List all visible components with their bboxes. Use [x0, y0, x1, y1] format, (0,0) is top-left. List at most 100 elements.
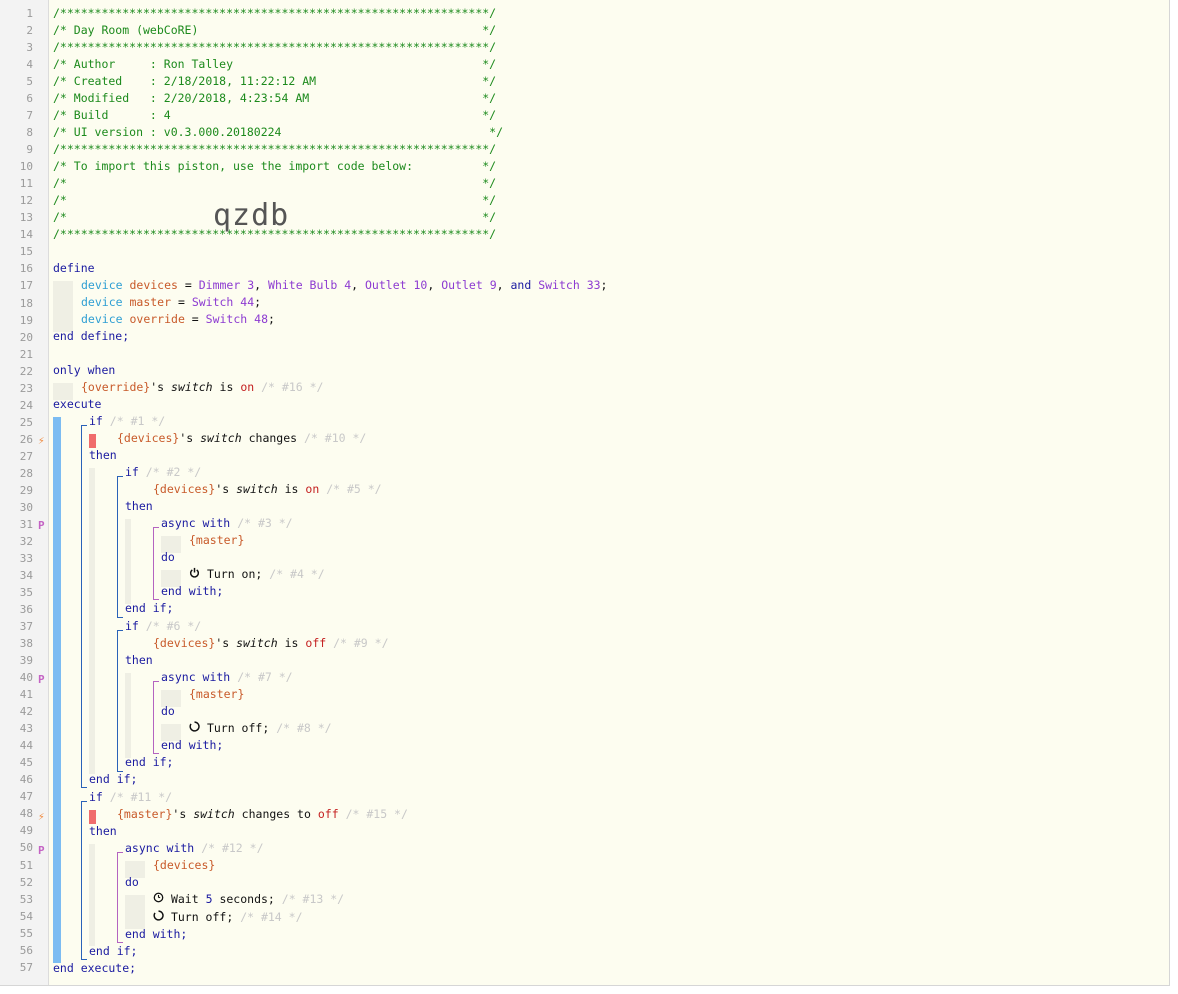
line-number: 35 [19, 586, 33, 600]
line-number: 50 [19, 841, 33, 855]
header-stars: /***************************************… [53, 40, 497, 54]
end-if-line[interactable]: end if; [125, 754, 173, 771]
define-line[interactable]: define [53, 260, 95, 277]
condition-devices-changes[interactable]: {devices}'s switch changes /* #10 */ [117, 430, 366, 447]
async-with-3[interactable]: async with /* #3 */ [161, 515, 293, 532]
line-number: 7 [26, 109, 33, 123]
end-execute-line[interactable]: end execute; [53, 960, 136, 977]
then-line[interactable]: then [89, 823, 117, 840]
line-number: 23 [19, 381, 33, 395]
action-turn-off[interactable]: Turn off; /* #14 */ [153, 909, 303, 926]
header-build: /* Build : 4 */ [53, 108, 497, 122]
if-statement-2[interactable]: if /* #2 */ [125, 464, 201, 481]
line-number: 34 [19, 568, 33, 582]
do-indent [125, 895, 145, 929]
line-number: 51 [19, 858, 33, 872]
async-bracket [153, 527, 159, 600]
then-line[interactable]: then [125, 498, 153, 515]
line-number: 26 [19, 432, 33, 446]
then-indent [89, 844, 95, 946]
do-line[interactable]: do [161, 703, 175, 720]
condition-master-changes-to-off[interactable]: {master}'s switch changes to off /* #15 … [117, 806, 408, 823]
async-with-7[interactable]: async with /* #7 */ [161, 669, 293, 686]
line-number: 22 [19, 364, 33, 378]
line-number: 47 [19, 790, 33, 804]
line-number: 36 [19, 603, 33, 617]
end-define-line[interactable]: end define; [53, 328, 129, 345]
line-number: 29 [19, 483, 33, 497]
async-bracket [153, 681, 159, 754]
line-number: 52 [19, 875, 33, 889]
end-with-line[interactable]: end with; [125, 926, 187, 943]
if-statement-6[interactable]: if /* #6 */ [125, 618, 201, 635]
end-if-line[interactable]: end if; [89, 943, 137, 960]
action-turn-on[interactable]: Turn on; /* #4 */ [189, 566, 325, 583]
line-number: 31 [19, 517, 33, 531]
define-indent [53, 281, 73, 332]
line-number: 42 [19, 705, 33, 719]
line-number: 39 [19, 654, 33, 668]
trigger-marker [89, 810, 96, 824]
header-author: /* Author : Ron Talley */ [53, 57, 497, 71]
line-number: 30 [19, 500, 33, 514]
header-import-note: /* To import this piston, use the import… [53, 159, 497, 173]
line-number: 48 [19, 807, 33, 821]
async-with-12[interactable]: async with /* #12 */ [125, 840, 264, 857]
async-icon: P [38, 673, 45, 686]
line-number: 45 [19, 756, 33, 770]
end-with-line[interactable]: end with; [161, 583, 223, 600]
line-number: 53 [19, 892, 33, 906]
execute-line[interactable]: execute [53, 396, 101, 413]
if-bracket [117, 476, 123, 618]
header-blank: /* */ [53, 176, 497, 190]
do-line[interactable]: do [161, 549, 175, 566]
line-number: 55 [19, 926, 33, 940]
line-number: 9 [26, 143, 33, 157]
line-number: 37 [19, 620, 33, 634]
condition-devices-on[interactable]: {devices}'s switch is on /* #5 */ [153, 481, 382, 498]
line-number: 15 [19, 245, 33, 259]
line-number: 28 [19, 466, 33, 480]
if-statement-1[interactable]: if /* #1 */ [89, 413, 165, 430]
then-line[interactable]: then [89, 447, 117, 464]
then-indent [125, 519, 131, 604]
import-code[interactable]: qzdb [213, 198, 289, 233]
do-line[interactable]: do [125, 874, 139, 891]
header-ui-version: /* UI version : v0.3.000.20180224 */ [53, 125, 504, 139]
trigger-icon: ⚡ [38, 810, 45, 823]
with-device-master[interactable]: {master} [189, 686, 244, 703]
line-number: 6 [26, 92, 33, 106]
with-devices[interactable]: {devices} [153, 857, 215, 874]
line-number: 25 [19, 415, 33, 429]
action-wait[interactable]: Wait 5 seconds; /* #13 */ [153, 891, 344, 908]
header-stars: /***************************************… [53, 142, 497, 156]
if-statement-11[interactable]: if /* #11 */ [89, 789, 172, 806]
line-number: 18 [19, 296, 33, 310]
end-if-line[interactable]: end if; [89, 771, 137, 788]
line-number: 27 [19, 449, 33, 463]
line-number: 40 [19, 671, 33, 685]
then-line[interactable]: then [125, 652, 153, 669]
device-declaration-master[interactable]: device master = Switch 44; [81, 294, 261, 311]
end-if-line[interactable]: end if; [125, 600, 173, 617]
device-declaration-override[interactable]: device override = Switch 48; [81, 311, 275, 328]
piston-code-editor: 1 2 3 4 5 6 7 8 9 10 11 12 13 14 15 16 17 18 19 20 21 22 23 24 2… [0, 0, 1170, 986]
with-device-master[interactable]: {master} [189, 532, 244, 549]
condition-devices-off[interactable]: {devices}'s switch is off /* #9 */ [153, 635, 389, 652]
header-modified: /* Modified : 2/20/2018, 4:23:54 AM */ [53, 91, 497, 105]
action-turn-off[interactable]: Turn off; /* #8 */ [189, 720, 332, 737]
piston-title: /* Day Room (webCoRE) */ [53, 23, 497, 37]
execute-block-bar [53, 417, 61, 963]
if-bracket [81, 801, 87, 960]
async-icon: P [38, 844, 45, 857]
device-declaration-devices[interactable]: device devices = Dimmer 3, White Bulb 4,… [81, 277, 607, 294]
end-with-line[interactable]: end with; [161, 737, 223, 754]
async-icon: P [38, 519, 45, 532]
line-number: 14 [19, 228, 33, 242]
header-created: /* Created : 2/18/2018, 11:22:12 AM */ [53, 74, 497, 88]
line-number: 41 [19, 688, 33, 702]
line-number: 44 [19, 739, 33, 753]
line-number: 10 [19, 160, 33, 174]
only-when-line[interactable]: only when [53, 362, 115, 379]
restriction-condition[interactable]: {override}'s switch is on /* #16 */ [81, 379, 323, 396]
